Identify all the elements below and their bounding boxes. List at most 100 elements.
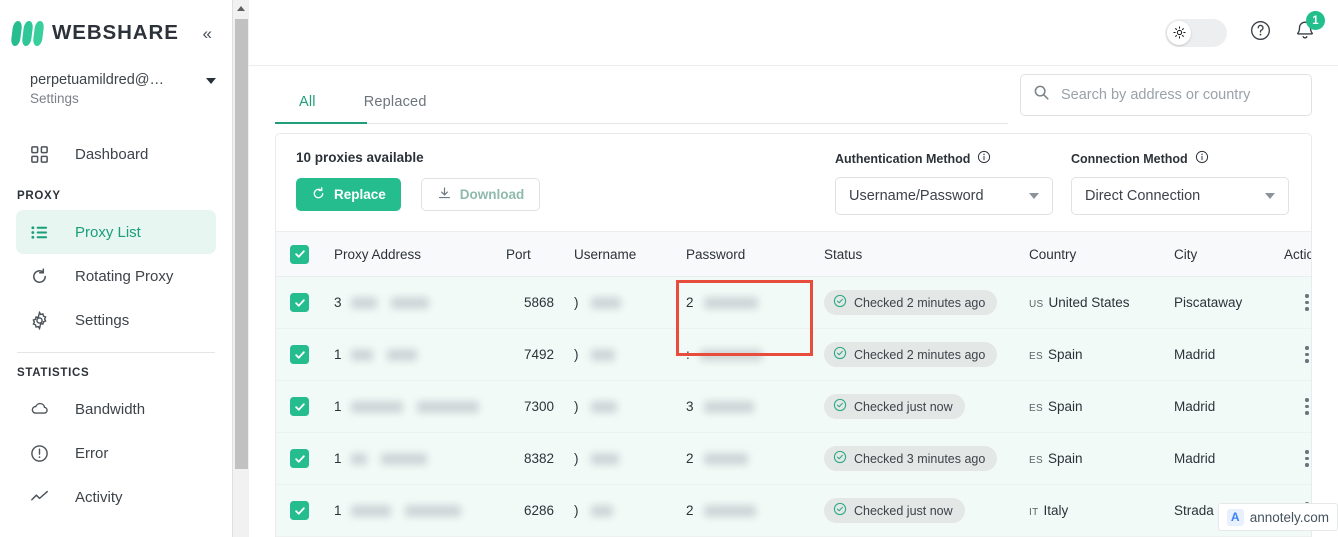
download-icon [437, 186, 452, 204]
column-header-status[interactable]: Status [824, 247, 1029, 262]
info-icon[interactable] [977, 150, 991, 167]
column-header-country[interactable]: Country [1029, 247, 1174, 262]
cell-proxy-address: 3 [334, 295, 506, 310]
sidebar-item-error[interactable]: Error [16, 431, 216, 475]
scrollbar-up-arrow-icon[interactable] [233, 0, 249, 17]
sidebar-item-settings[interactable]: Settings [16, 298, 216, 342]
account-settings-link[interactable]: Settings [30, 90, 164, 108]
tab-replaced[interactable]: Replaced [340, 94, 451, 124]
page-scrollbar[interactable] [232, 0, 249, 537]
cloud-icon [30, 399, 58, 419]
column-header-password[interactable]: Password [686, 247, 824, 262]
more-vertical-icon [1284, 398, 1311, 415]
cell-port: 8382 [523, 451, 554, 466]
row-checkbox[interactable] [290, 501, 334, 520]
row-action-menu-button[interactable] [1284, 398, 1311, 415]
sidebar-item-label: Error [75, 444, 109, 462]
connection-method-label-text: Connection Method [1071, 151, 1188, 166]
row-action-menu-button[interactable] [1284, 294, 1311, 311]
redacted-proxy-address [350, 452, 367, 465]
redacted-username [590, 296, 621, 309]
sidebar-item-bandwidth[interactable]: Bandwidth [16, 387, 216, 431]
tab-all[interactable]: All [275, 94, 340, 124]
cell-password: 2 [686, 503, 824, 518]
username-prefix: ) [574, 503, 579, 518]
sidebar-item-dashboard[interactable]: Dashboard [16, 132, 216, 176]
list-icon [30, 223, 58, 242]
chevron-down-icon [1029, 193, 1039, 199]
column-header-port[interactable]: Port [506, 247, 554, 262]
row-checkbox[interactable] [290, 449, 334, 468]
table-row[interactable]: 1 6286) 2 Checked just now IT Italy Strada [276, 485, 1311, 537]
status-badge: Checked 2 minutes ago [824, 290, 998, 315]
table-row[interactable]: 3 5868) 2 Checked 2 minutes ago us United Sta… [276, 277, 1311, 329]
country-name: United States [1048, 295, 1130, 310]
country-code: ES [1029, 455, 1043, 466]
country-code: IT [1029, 507, 1039, 518]
cell-username: ) [554, 451, 686, 466]
column-header-city[interactable]: City [1174, 247, 1284, 262]
status-text: Checked just now [854, 399, 953, 414]
more-vertical-icon [1284, 450, 1311, 467]
table-row[interactable]: 1 8382) 2 Checked 3 minutes ago ES Spain Madri… [276, 433, 1311, 485]
redacted-proxy-address [386, 348, 417, 361]
tab-active-indicator [275, 121, 367, 124]
sidebar-item-proxy-list[interactable]: Proxy List [16, 210, 216, 254]
column-header-action[interactable]: Action [1284, 247, 1311, 262]
proxy-list-card: 10 proxies available Replace Download Au… [275, 133, 1312, 537]
sun-icon [1167, 20, 1191, 45]
scrollbar-thumb[interactable] [235, 19, 248, 469]
column-header-username[interactable]: Username [554, 247, 686, 262]
redacted-proxy-address [350, 504, 391, 517]
info-icon[interactable] [1195, 150, 1209, 167]
cell-country: us United States [1029, 295, 1174, 310]
status-text: Checked just now [854, 503, 953, 518]
notification-badge: 1 [1306, 11, 1325, 30]
row-action-menu-button[interactable] [1284, 346, 1311, 363]
chevron-down-icon [1265, 193, 1275, 199]
download-button[interactable]: Download [420, 178, 541, 211]
row-checkbox[interactable] [290, 397, 334, 416]
row-checkbox[interactable] [290, 293, 334, 312]
chevron-down-icon[interactable] [206, 78, 216, 84]
column-header-proxy-address[interactable]: Proxy Address [334, 247, 506, 262]
search-input[interactable] [1061, 87, 1299, 103]
row-checkbox[interactable] [290, 345, 334, 364]
more-vertical-icon [1284, 346, 1311, 363]
sidebar-item-rotating-proxy[interactable]: Rotating Proxy [16, 254, 216, 298]
proxy-address-prefix: 1 [334, 503, 342, 518]
account-switcher[interactable]: perpetuamildred@… Settings [0, 66, 232, 120]
tabs: All Replaced [275, 94, 451, 124]
cell-city: Piscataway [1174, 295, 1243, 310]
theme-toggle[interactable] [1165, 18, 1227, 47]
check-circle-icon [833, 294, 847, 311]
help-button[interactable] [1249, 19, 1272, 47]
notifications-button[interactable]: 1 [1294, 11, 1325, 46]
top-bar: 1 [249, 0, 1338, 66]
connection-method-group: Connection Method Direct Connection [1071, 150, 1289, 215]
cell-username: ) [554, 399, 686, 414]
cell-status: Checked just now [824, 394, 1029, 419]
brand-name: WEBSHARE [52, 21, 179, 44]
authentication-method-select[interactable]: Username/Password [835, 177, 1053, 215]
connection-method-select[interactable]: Direct Connection [1071, 177, 1289, 215]
row-action-menu-button[interactable] [1284, 450, 1311, 467]
table-row[interactable]: 1 7300) 3 Checked just now ES Spain Madrid [276, 381, 1311, 433]
table-row[interactable]: 1 7492): Checked 2 minutes ago ES Spain Madri… [276, 329, 1311, 381]
redacted-password [703, 452, 748, 465]
cell-proxy-address: 1 [334, 503, 506, 518]
status-badge: Checked just now [824, 498, 965, 523]
collapse-sidebar-icon[interactable]: « [197, 21, 218, 46]
question-circle-icon [1249, 19, 1272, 47]
redacted-proxy-address [350, 348, 373, 361]
alert-circle-icon [30, 444, 58, 463]
search-box[interactable] [1020, 74, 1312, 116]
select-all-checkbox[interactable] [290, 244, 334, 264]
cell-proxy-address: 1 [334, 451, 506, 466]
redacted-proxy-address [416, 400, 479, 413]
status-badge: Checked 2 minutes ago [824, 342, 998, 367]
replace-button[interactable]: Replace [296, 178, 401, 211]
redacted-password [703, 504, 756, 517]
check-circle-icon [833, 502, 847, 519]
sidebar-item-activity[interactable]: Activity [16, 475, 216, 519]
